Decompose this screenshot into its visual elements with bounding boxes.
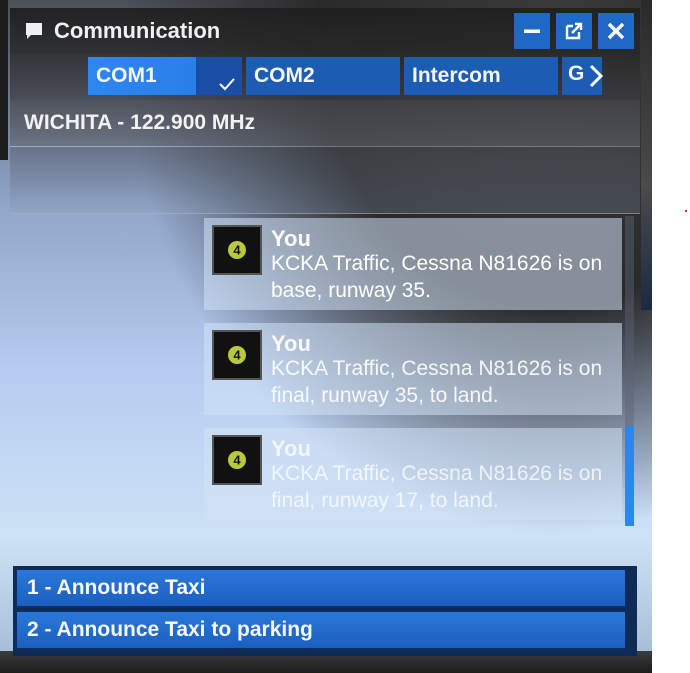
message-sender: You bbox=[271, 226, 311, 251]
tab-com2[interactable]: COM2 bbox=[246, 57, 400, 95]
atc-badge-icon: 4 bbox=[228, 451, 246, 469]
list-item: 4 You KCKA Traffic, Cessna N81626 is on … bbox=[204, 218, 622, 310]
list-item: 4 You KCKA Traffic, Cessna N81626 is on … bbox=[204, 428, 622, 520]
chat-bubble-icon bbox=[26, 23, 42, 39]
minimize-button[interactable] bbox=[514, 13, 550, 49]
svg-text:4: 4 bbox=[233, 453, 241, 468]
action-announce-taxi[interactable]: 1 - Announce Taxi bbox=[15, 568, 627, 608]
checkmark-icon bbox=[219, 78, 235, 91]
svg-text:4: 4 bbox=[233, 243, 241, 258]
avatar: 4 bbox=[212, 435, 262, 485]
status-area bbox=[10, 146, 640, 214]
popout-button[interactable] bbox=[556, 13, 592, 49]
message-text: KCKA Traffic, Cessna N81626 is on base, … bbox=[271, 252, 603, 302]
atc-badge-icon: 4 bbox=[228, 346, 246, 364]
tab-label: Intercom bbox=[412, 64, 501, 87]
close-icon bbox=[607, 22, 625, 40]
message-sender: You bbox=[271, 331, 311, 356]
tab-label: G bbox=[568, 62, 585, 85]
window-title: Communication bbox=[54, 18, 221, 43]
message-sender: You bbox=[271, 436, 311, 461]
minimize-icon bbox=[524, 29, 540, 33]
action-label: 2 - Announce Taxi to parking bbox=[27, 618, 313, 641]
background-strip bbox=[0, 0, 8, 160]
background-dot bbox=[685, 210, 687, 212]
avatar: 4 bbox=[212, 330, 262, 380]
avatar: 4 bbox=[212, 225, 262, 275]
action-label: 1 - Announce Taxi bbox=[27, 576, 206, 599]
title-bar[interactable]: Communication bbox=[10, 8, 640, 54]
message-text: KCKA Traffic, Cessna N81626 is on final,… bbox=[271, 357, 603, 407]
popout-icon bbox=[565, 22, 583, 40]
close-button[interactable] bbox=[598, 13, 634, 49]
communication-panel: Communication COM1 COM2 Intercom G WICHI… bbox=[10, 8, 640, 656]
action-announce-taxi-parking[interactable]: 2 - Announce Taxi to parking bbox=[15, 610, 627, 650]
tab-label: COM2 bbox=[254, 64, 315, 87]
tab-label: COM1 bbox=[96, 64, 157, 87]
message-text: KCKA Traffic, Cessna N81626 is on final,… bbox=[271, 462, 603, 512]
background-strip bbox=[641, 0, 652, 310]
tab-intercom[interactable]: Intercom bbox=[404, 57, 558, 95]
tab-com1[interactable]: COM1 bbox=[88, 57, 242, 95]
frequency-header: WICHITA - 122.900 MHz bbox=[10, 100, 640, 146]
atc-badge-icon: 4 bbox=[228, 241, 246, 259]
list-item: 4 You KCKA Traffic, Cessna N81626 is on … bbox=[204, 323, 622, 415]
chevron-right-icon[interactable] bbox=[588, 64, 604, 88]
tab-bar: COM1 COM2 Intercom G bbox=[10, 54, 640, 100]
frequency-label: WICHITA - 122.900 MHz bbox=[24, 111, 256, 134]
scrollbar-thumb[interactable] bbox=[625, 426, 634, 526]
svg-text:4: 4 bbox=[233, 348, 241, 363]
